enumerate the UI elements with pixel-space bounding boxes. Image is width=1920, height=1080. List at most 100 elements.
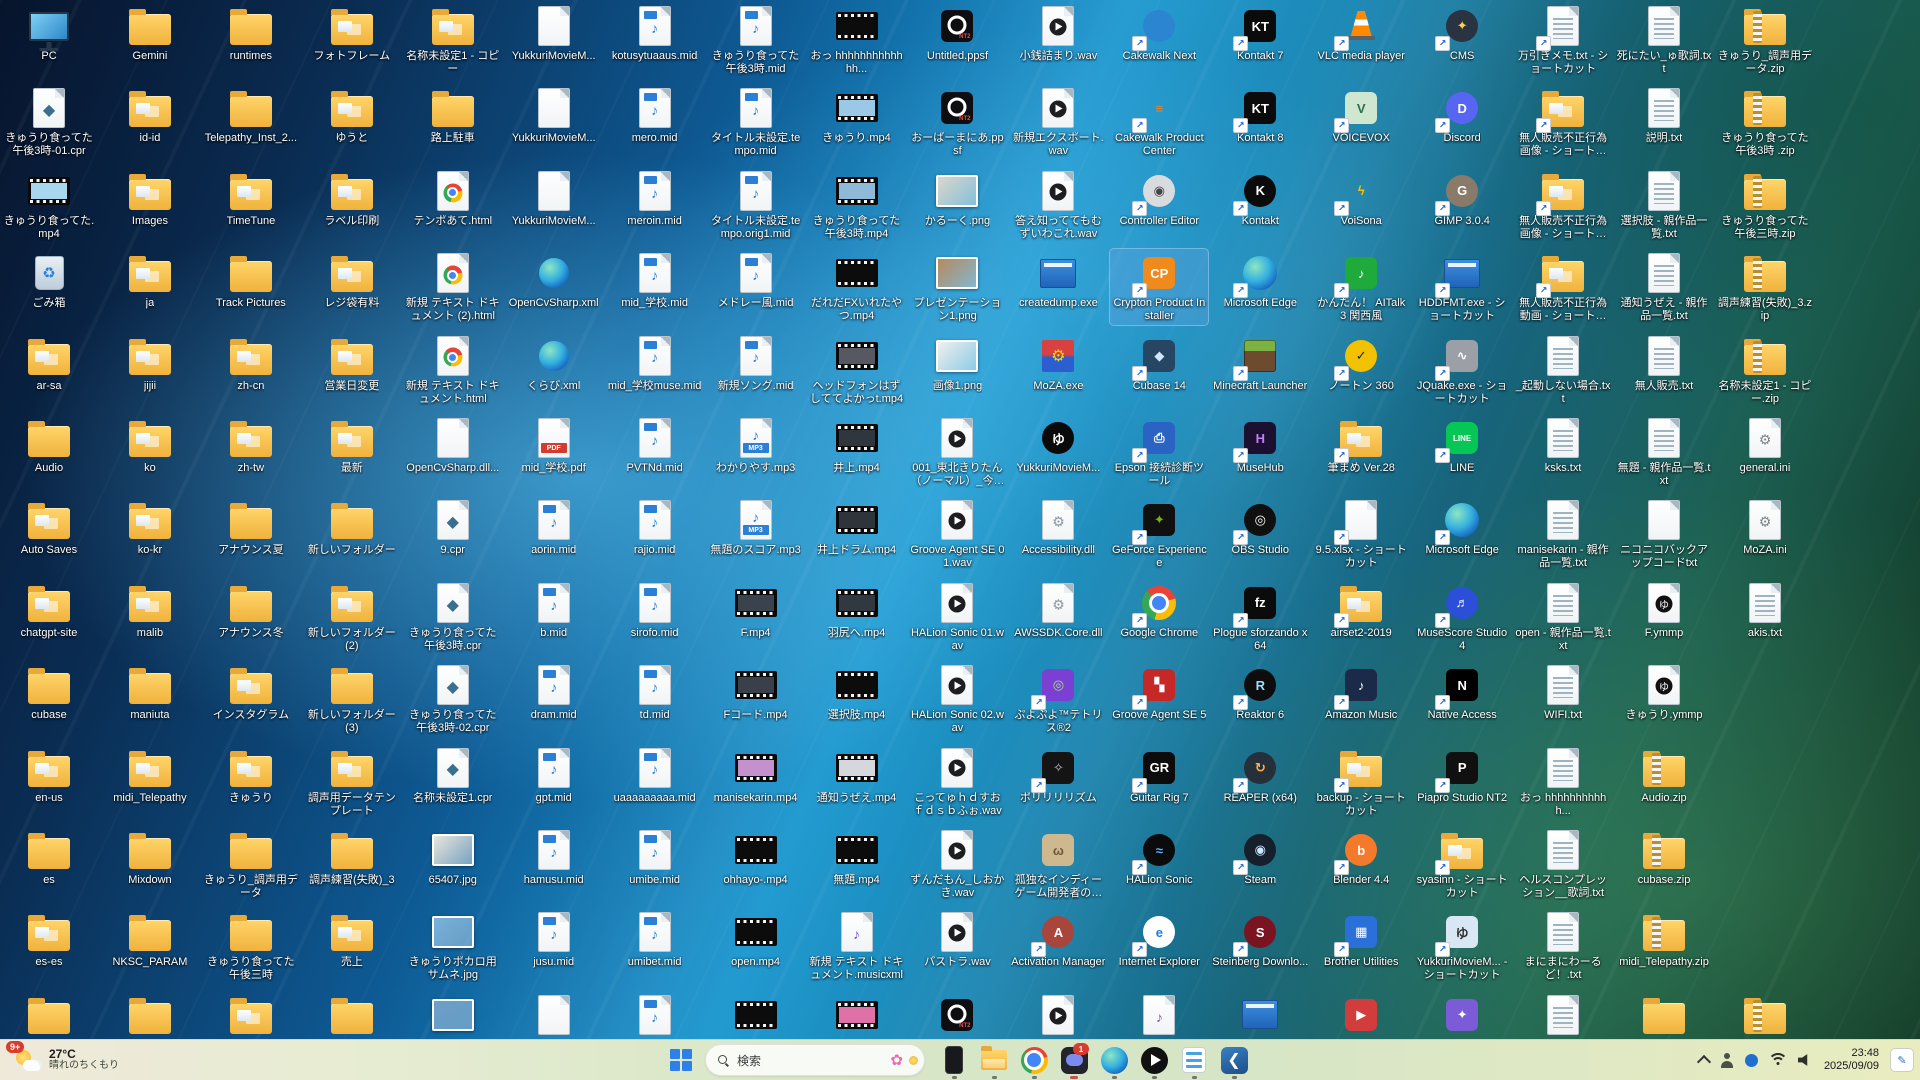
tray-blue-status-icon[interactable] [1744, 1053, 1758, 1067]
desktop-icon[interactable]: ♪ ↗ Amazon Music [1312, 661, 1410, 724]
desktop-icon[interactable]: 売上 [303, 908, 401, 971]
desktop-icon[interactable]: 営業日変更 [303, 332, 401, 395]
notification-pen-icon[interactable]: ✎ [1890, 1048, 1914, 1072]
desktop-icon[interactable]: ♪ PVTNd.mid [606, 414, 704, 477]
desktop-icon[interactable]: runtimes [202, 2, 300, 65]
desktop-icon[interactable]: ◎ ↗ ぷよぷよ™テトリス®2 [1009, 661, 1107, 737]
desktop-icon[interactable]: malib [101, 579, 199, 642]
taskbar-app-google-chrome[interactable] [1014, 1040, 1054, 1080]
desktop-icon[interactable]: きゅうり食ってた.mp4 [0, 167, 98, 243]
desktop-icon[interactable]: ♪ td.mid [606, 661, 704, 724]
desktop-icon[interactable]: ♪ きゅうり食ってた午後3時.mid [707, 2, 805, 78]
desktop-icon[interactable]: G ↗ GIMP 3.0.4 [1413, 167, 1511, 230]
desktop-icon[interactable]: H ↗ MuseHub [1211, 414, 1309, 477]
desktop-icon[interactable]: 無題.mp4 [808, 826, 906, 889]
desktop-icon[interactable]: F.mp4 [707, 579, 805, 642]
desktop-icon[interactable]: createdump.exe [1009, 249, 1107, 312]
desktop-icon[interactable]: ↗ 万引きメモ.txt - ショートカット [1514, 2, 1612, 78]
desktop-icon[interactable]: きゅうり食ってた午後三時 [202, 908, 300, 984]
desktop-icon[interactable]: ✦ [1413, 991, 1511, 1041]
desktop-icon[interactable]: id-id [101, 84, 199, 147]
desktop-icon[interactable]: akis.txt [1716, 579, 1814, 642]
desktop-icon[interactable]: ◆ ↗ Cubase 14 [1110, 332, 1208, 395]
desktop-icon[interactable]: 井上.mp4 [808, 414, 906, 477]
desktop-icon[interactable]: ◉ ↗ Steam [1211, 826, 1309, 889]
desktop-icon[interactable] [505, 991, 603, 1041]
desktop-icon[interactable]: ♪ uaaaaaaaaa.mid [606, 744, 704, 807]
desktop-icon[interactable]: おっ hhhhhhhhhhh... [1514, 744, 1612, 820]
desktop-icon[interactable]: ↗ 9.5.xlsx - ショートカット [1312, 496, 1410, 572]
desktop-icon[interactable]: P ↗ Piapro Studio NT2 [1413, 744, 1511, 807]
taskbar-app-notes-app[interactable] [1174, 1040, 1214, 1080]
desktop-icon[interactable]: OpenCvSharp.dll... [404, 414, 502, 477]
search-box[interactable]: 検索 ✿ [705, 1044, 925, 1076]
desktop-icon[interactable]: ◎ ↗ OBS Studio [1211, 496, 1309, 559]
desktop-icon[interactable]: 答え知っててもむずいわこれ.wav [1009, 167, 1107, 243]
desktop-icon[interactable]: chatgpt-site [0, 579, 98, 642]
desktop-icon[interactable]: midi_Telepathy [101, 744, 199, 807]
desktop-icon[interactable]: ↗ 筆まめ Ver.28 [1312, 414, 1410, 477]
desktop-icon[interactable]: きゅうり食ってた午後3時.mp4 [808, 167, 906, 243]
volume-icon[interactable] [1797, 1054, 1808, 1066]
desktop-icon[interactable]: ♪ [1110, 991, 1208, 1041]
desktop-icon[interactable]: open.mp4 [707, 908, 805, 971]
desktop-icon[interactable] [1009, 991, 1107, 1041]
desktop-icon[interactable]: ♬ ↗ MuseScore Studio 4 [1413, 579, 1511, 655]
desktop-icon[interactable]: ◆ きゅうり食ってた午後3時-02.cpr [404, 661, 502, 737]
desktop-icon[interactable]: きゅうり_調声用データ.zip [1716, 2, 1814, 78]
desktop-icon[interactable]: ♻ ごみ箱 [0, 249, 98, 312]
desktop-icon[interactable]: ♪ 新規 テキスト ドキュメント.musicxml [808, 908, 906, 984]
desktop-icon[interactable]: 新規 テキスト ドキュメント.html [404, 332, 502, 408]
desktop-icon[interactable]: 調声練習(失敗)_3.zip [1716, 249, 1814, 325]
desktop-icon[interactable]: YukkuriMovieM... [505, 84, 603, 147]
desktop-icon[interactable]: NT2 Untitled.ppsf [908, 2, 1006, 65]
desktop-icon[interactable]: CP ↗ Crypton Product Installer [1109, 248, 1210, 327]
desktop-icon[interactable]: ♪ ↗ かんたん！ AITalk 3 関西風 [1312, 249, 1410, 325]
desktop-icon[interactable]: ⚙ Accessibility.dll [1009, 496, 1107, 559]
desktop-icon[interactable]: だれだFXいれたやつ.mp4 [808, 249, 906, 325]
desktop-icon[interactable]: ∿ ↗ JQuake.exe - ショートカット [1413, 332, 1511, 408]
desktop-icon[interactable]: ゆ YukkuriMovieM... [1009, 414, 1107, 477]
desktop-icon[interactable]: Mixdown [101, 826, 199, 889]
desktop-icon[interactable]: ゆ F.ymmp [1615, 579, 1713, 642]
desktop-icon[interactable] [707, 991, 805, 1041]
desktop-icon[interactable]: ohhayo-.mp4 [707, 826, 805, 889]
desktop-icon[interactable]: きゅうり_調声用データ [202, 826, 300, 902]
desktop-icon[interactable]: GR ↗ Guitar Rig 7 [1110, 744, 1208, 807]
desktop-icon[interactable]: midi_Telepathy.zip [1615, 908, 1713, 971]
desktop-icon[interactable]: ♪ メドレー風.mid [707, 249, 805, 312]
desktop-icon[interactable]: ko-kr [101, 496, 199, 559]
desktop-icon[interactable]: ◆ 9.cpr [404, 496, 502, 559]
taskbar-app-chat-app[interactable]: 1 [1054, 1040, 1094, 1080]
desktop-icon[interactable]: ko [101, 414, 199, 477]
desktop-icon[interactable]: es-es [0, 908, 98, 971]
desktop-icon[interactable]: cubase [0, 661, 98, 724]
desktop-icon[interactable]: ♪ MP3 わかりやす.mp3 [707, 414, 805, 477]
desktop-icon[interactable]: 画像1.png [908, 332, 1006, 395]
desktop-icon[interactable]: TimeTune [202, 167, 300, 230]
taskbar-app-file-explorer[interactable] [974, 1040, 1014, 1080]
desktop-icon[interactable]: manisekarin.mp4 [707, 744, 805, 807]
desktop-icon[interactable]: きゅうり食ってた午後三時.zip [1716, 167, 1814, 243]
desktop-icon[interactable]: 無人販売.txt [1615, 332, 1713, 395]
desktop-icon[interactable]: 新しいフォルダー (2) [303, 579, 401, 655]
desktop-icon[interactable]: 新規エクスポート.wav [1009, 84, 1107, 160]
desktop-icon[interactable]: manisekarin - 親作品一覧.txt [1514, 496, 1612, 572]
desktop-icon[interactable]: ksks.txt [1514, 414, 1612, 477]
desktop-icon[interactable]: fz ↗ Plogue sforzando x64 [1211, 579, 1309, 655]
desktop-icon[interactable]: 通知うぜえ - 親作品一覧.txt [1615, 249, 1713, 325]
desktop-icon[interactable] [1514, 991, 1612, 1041]
desktop-icon[interactable]: ▶ [1312, 991, 1410, 1041]
desktop-icon[interactable] [808, 991, 906, 1041]
desktop-icon[interactable]: PC [0, 2, 98, 65]
desktop-icon[interactable]: Groove Agent SE 01.wav [908, 496, 1006, 572]
desktop-icon[interactable]: ◆ きゅうり食ってた午後3時-01.cpr [0, 84, 98, 160]
desktop-icon[interactable]: D ↗ Discord [1413, 84, 1511, 147]
desktop-icon[interactable]: ↗ backup - ショートカット [1312, 744, 1410, 820]
desktop-icon[interactable]: Track Pictures [202, 249, 300, 312]
desktop-icon[interactable]: ♪ umibet.mid [606, 908, 704, 971]
desktop-icon[interactable]: ↗ HDDFMT.exe - ショートカット [1413, 249, 1511, 325]
desktop-icon[interactable] [1211, 991, 1309, 1041]
desktop-icon[interactable]: 新規 テキスト ドキュメント (2).html [404, 249, 502, 325]
desktop-icon[interactable]: ≡ ↗ Cakewalk Product Center [1110, 84, 1208, 160]
